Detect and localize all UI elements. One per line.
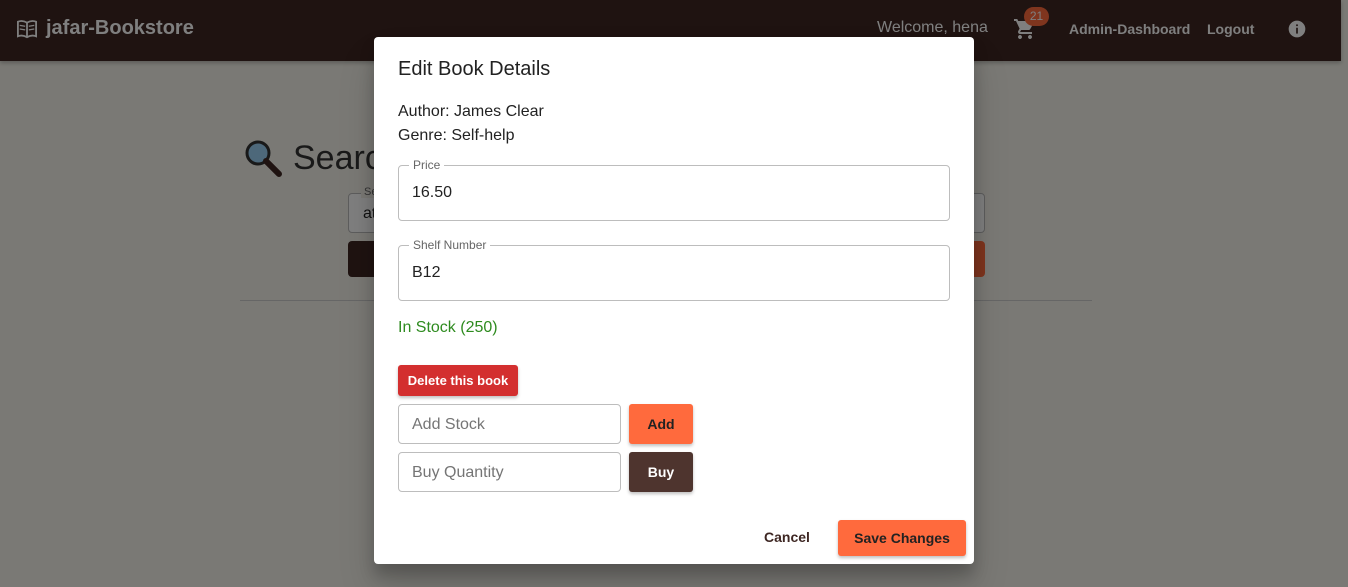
- edit-book-dialog: Edit Book Details Author: James Clear Ge…: [374, 37, 974, 564]
- save-changes-button[interactable]: Save Changes: [838, 520, 966, 556]
- buy-button[interactable]: Buy: [629, 452, 693, 492]
- delete-book-button[interactable]: Delete this book: [398, 365, 518, 396]
- dialog-title: Edit Book Details: [398, 58, 551, 80]
- cancel-button[interactable]: Cancel: [764, 529, 810, 545]
- stock-status: In Stock (250): [398, 319, 498, 336]
- add-stock-button[interactable]: Add: [629, 404, 693, 444]
- price-label: Price: [409, 158, 445, 172]
- genre-text: Genre: Self-help: [398, 127, 515, 144]
- author-text: Author: James Clear: [398, 103, 544, 120]
- add-stock-input[interactable]: Add Stock: [398, 404, 621, 444]
- shelf-number-label: Shelf Number: [409, 238, 491, 252]
- price-field[interactable]: Price 16.50: [398, 158, 950, 221]
- add-stock-placeholder: Add Stock: [412, 416, 485, 433]
- buy-quantity-input[interactable]: Buy Quantity: [398, 452, 621, 492]
- price-value: 16.50: [412, 184, 453, 201]
- shelf-number-value: B12: [412, 264, 441, 281]
- buy-quantity-placeholder: Buy Quantity: [412, 464, 504, 481]
- shelf-number-field[interactable]: Shelf Number B12: [398, 238, 950, 301]
